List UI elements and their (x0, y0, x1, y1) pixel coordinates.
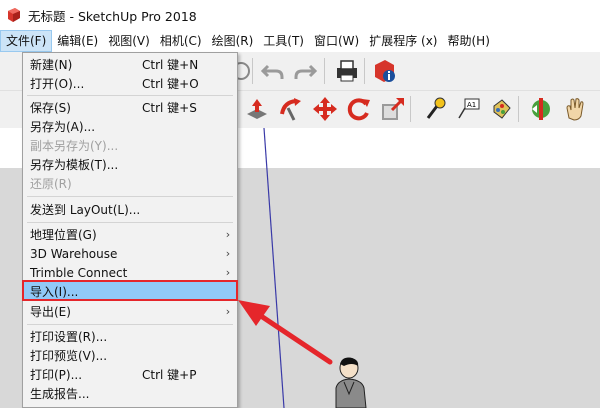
toolbar-separator (364, 58, 365, 84)
print-icon[interactable] (334, 58, 360, 84)
menu-item-send-to-layout[interactable]: 发送到 LayOut(L)... (24, 200, 236, 219)
menu-item-print[interactable]: 打印(P)... Ctrl 键+P (24, 365, 236, 384)
menu-item-save-as[interactable]: 另存为(A)... (24, 117, 236, 136)
menu-item-label: 保存(S) (30, 101, 71, 115)
toolbar-separator (518, 96, 519, 122)
undo-icon[interactable] (260, 58, 286, 84)
menu-draw[interactable]: 绘图(R) (207, 30, 259, 52)
menu-item-geo-location[interactable]: 地理位置(G) › (24, 225, 236, 244)
tape-measure-icon[interactable] (422, 96, 448, 122)
menu-item-label: 打印设置(R)... (30, 330, 108, 344)
menu-camera[interactable]: 相机(C) (155, 30, 207, 52)
menu-item-label: 发送到 LayOut(L)... (30, 203, 141, 217)
menu-item-label: 地理位置(G) (30, 228, 97, 242)
svg-text:A1: A1 (467, 101, 476, 109)
menu-separator (27, 196, 233, 197)
menu-item-label: 另存为(A)... (30, 120, 96, 134)
redo-icon[interactable] (292, 58, 318, 84)
menu-item-label: 3D Warehouse (30, 246, 118, 261)
menu-item-save[interactable]: 保存(S) Ctrl 键+S (24, 98, 236, 117)
toolbar-separator (410, 96, 411, 122)
paint-bucket-icon[interactable] (488, 96, 514, 122)
menu-item-label: Trimble Connect (30, 265, 128, 280)
menu-window[interactable]: 窗口(W) (309, 30, 364, 52)
menu-edit[interactable]: 编辑(E) (52, 30, 103, 52)
menu-item-open[interactable]: 打开(O)... Ctrl 键+O (24, 74, 236, 93)
menu-item-label: 新建(N) (30, 58, 73, 72)
menu-item-revert: 还原(R) (24, 174, 236, 193)
menu-extensions[interactable]: 扩展程序 (x) (364, 30, 442, 52)
menu-item-export[interactable]: 导出(E) › (24, 302, 236, 321)
push-pull-icon[interactable] (244, 96, 270, 122)
menu-item-save-as-template[interactable]: 另存为模板(T)... (24, 155, 236, 174)
menu-item-label: 打印(P)... (30, 368, 83, 382)
menu-separator (27, 222, 233, 223)
sketchup-app-icon (8, 8, 20, 22)
menu-item-new[interactable]: 新建(N) Ctrl 键+N (24, 55, 236, 74)
move-icon[interactable] (312, 96, 338, 122)
menu-item-label: 打开(O)... (30, 77, 85, 91)
model-info-icon[interactable] (372, 58, 398, 84)
submenu-arrow-icon: › (225, 228, 231, 241)
menu-item-label: 副本另存为(Y)... (30, 139, 119, 153)
menu-separator (27, 95, 233, 96)
menu-item-label: 另存为模板(T)... (30, 158, 119, 172)
open-icon[interactable] (236, 58, 262, 84)
menu-item-shortcut: Ctrl 键+O (142, 77, 199, 91)
file-menu-dropdown: 新建(N) Ctrl 键+N 打开(O)... Ctrl 键+O 保存(S) C… (22, 52, 238, 408)
menu-bar: 文件(F) 编辑(E) 视图(V) 相机(C) 绘图(R) 工具(T) 窗口(W… (0, 30, 600, 52)
toolbar-separator (252, 58, 253, 84)
submenu-arrow-icon: › (225, 305, 231, 318)
rotate-icon[interactable] (346, 96, 372, 122)
section-plane-icon[interactable] (528, 96, 554, 122)
scale-figure (335, 357, 367, 408)
menu-item-label: 打印预览(V)... (30, 349, 108, 363)
menu-item-shortcut: Ctrl 键+P (142, 368, 197, 382)
menu-view[interactable]: 视图(V) (103, 30, 155, 52)
title-bar: 无标题 - SketchUp Pro 2018 (0, 0, 600, 30)
follow-me-icon[interactable] (278, 96, 304, 122)
annotation-highlight-box (22, 280, 238, 301)
menu-item-3d-warehouse[interactable]: 3D Warehouse › (24, 244, 236, 263)
menu-item-shortcut: Ctrl 键+N (142, 58, 199, 72)
menu-item-label: 生成报告... (30, 387, 90, 401)
menu-item-label: 导出(E) (30, 305, 71, 319)
menu-item-print-preview[interactable]: 打印预览(V)... (24, 346, 236, 365)
toolbar-separator (324, 58, 325, 84)
submenu-arrow-icon: › (225, 266, 231, 279)
menu-item-shortcut: Ctrl 键+S (142, 101, 197, 115)
pan-hand-icon[interactable] (562, 96, 588, 122)
window-title: 无标题 - SketchUp Pro 2018 (28, 8, 197, 24)
scale-icon[interactable] (380, 96, 406, 122)
menu-item-save-copy-as: 副本另存为(Y)... (24, 136, 236, 155)
text-icon[interactable]: A1 (456, 96, 482, 122)
menu-item-label: 还原(R) (30, 177, 72, 191)
menu-item-generate-report[interactable]: 生成报告... (24, 384, 236, 403)
menu-help[interactable]: 帮助(H) (442, 30, 494, 52)
menu-item-print-setup[interactable]: 打印设置(R)... (24, 327, 236, 346)
submenu-arrow-icon: › (225, 247, 231, 260)
menu-separator (27, 324, 233, 325)
menu-file[interactable]: 文件(F) (0, 30, 53, 52)
menu-tools[interactable]: 工具(T) (258, 30, 309, 52)
